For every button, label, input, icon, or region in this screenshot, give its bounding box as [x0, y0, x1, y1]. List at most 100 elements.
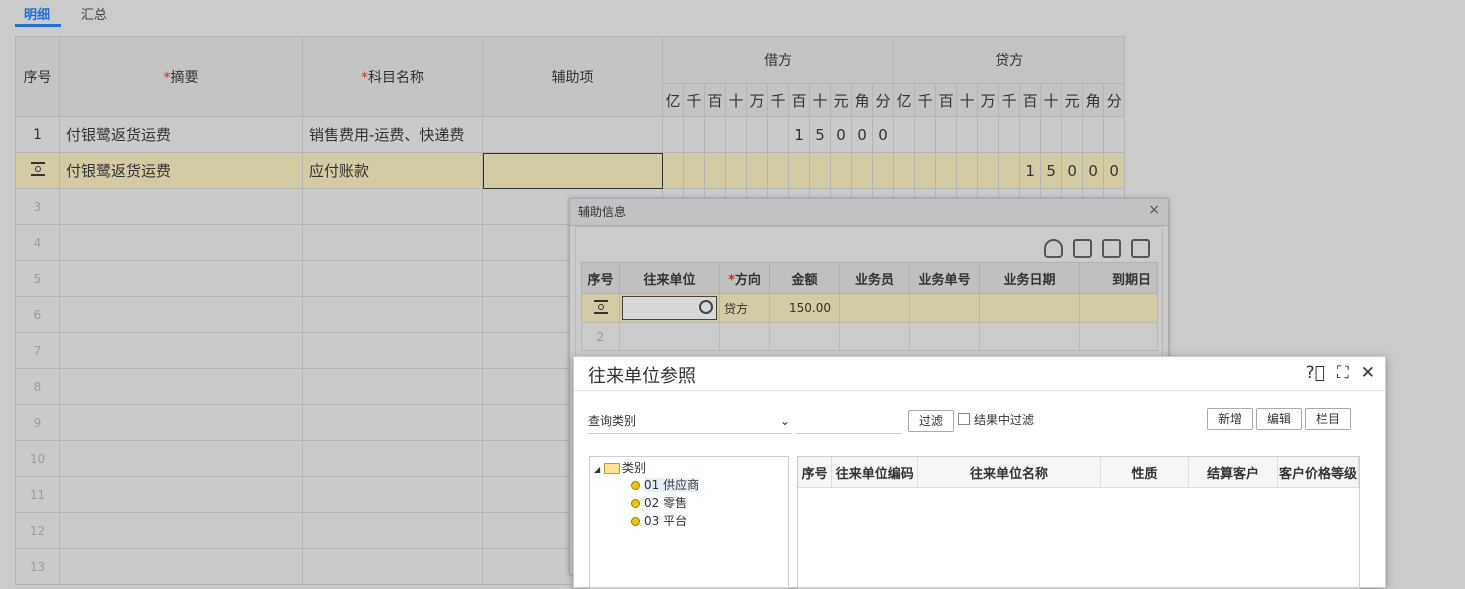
- summary-cell[interactable]: [59, 224, 303, 261]
- credit-digit-cell[interactable]: [977, 152, 1000, 189]
- account-cell[interactable]: [302, 296, 483, 333]
- tree-item-retail[interactable]: 02 零售: [631, 494, 687, 511]
- credit-digit-cell[interactable]: [977, 116, 1000, 153]
- credit-digit-cell[interactable]: [914, 152, 937, 189]
- summary-cell[interactable]: 付银鹭返货运费: [59, 152, 303, 189]
- account-cell[interactable]: 应付账款: [302, 152, 483, 189]
- money-bag-icon[interactable]: [1044, 239, 1063, 258]
- summary-cell[interactable]: [59, 404, 303, 441]
- aux-business-date-cell[interactable]: [979, 322, 1080, 351]
- close-icon[interactable]: ×: [1148, 202, 1160, 218]
- debit-digit-cell[interactable]: 0: [851, 116, 873, 153]
- credit-digit-cell[interactable]: [893, 116, 916, 153]
- aux-direction-cell[interactable]: 贷方: [719, 293, 770, 323]
- close-icon[interactable]: ✕: [1361, 363, 1375, 383]
- credit-digit-cell[interactable]: [998, 152, 1021, 189]
- debit-digit-cell[interactable]: [767, 116, 789, 153]
- debit-digit-cell[interactable]: 1: [788, 116, 810, 153]
- tree-item-platform[interactable]: 03 平台: [631, 512, 687, 529]
- columns-button[interactable]: 栏目: [1305, 408, 1351, 430]
- credit-digit-cell[interactable]: 0: [1082, 152, 1105, 189]
- grid-header-settlement[interactable]: 结算客户: [1188, 457, 1278, 488]
- aux-due-date-cell[interactable]: [1079, 293, 1158, 323]
- credit-digit-cell[interactable]: 0: [1061, 152, 1084, 189]
- debit-digit-cell[interactable]: [704, 116, 726, 153]
- summary-cell[interactable]: [59, 512, 303, 549]
- credit-digit-cell[interactable]: [914, 116, 937, 153]
- filter-input[interactable]: [796, 409, 902, 434]
- account-cell[interactable]: [302, 512, 483, 549]
- grid-header-code[interactable]: 往来单位编码: [831, 457, 919, 488]
- delete-row-icon[interactable]: [1131, 239, 1150, 258]
- credit-digit-cell[interactable]: [1103, 116, 1126, 153]
- tree-item-supplier[interactable]: 01 供应商: [631, 476, 700, 493]
- account-cell[interactable]: [302, 368, 483, 405]
- debit-digit-cell[interactable]: [851, 152, 873, 189]
- credit-digit-cell[interactable]: [935, 152, 958, 189]
- debit-digit-cell[interactable]: [704, 152, 726, 189]
- credit-digit-cell[interactable]: [1040, 116, 1063, 153]
- grid-header-nature[interactable]: 性质: [1100, 457, 1190, 488]
- summary-cell[interactable]: [59, 260, 303, 297]
- account-cell[interactable]: [302, 440, 483, 477]
- debit-digit-cell[interactable]: [788, 152, 810, 189]
- grid-header-price-level[interactable]: 客户价格等级: [1277, 457, 1359, 488]
- debit-digit-cell[interactable]: 0: [871, 116, 895, 153]
- aux-salesperson-cell[interactable]: [839, 322, 910, 351]
- summary-cell[interactable]: [59, 332, 303, 369]
- debit-digit-cell[interactable]: 5: [809, 116, 831, 153]
- credit-digit-cell[interactable]: [1019, 116, 1042, 153]
- debit-digit-cell[interactable]: [683, 116, 705, 153]
- account-cell[interactable]: [302, 548, 483, 585]
- query-type-select[interactable]: 查询类别 ⌄: [588, 409, 792, 434]
- help-icon[interactable]: ?⃝: [1306, 363, 1325, 383]
- row-marker-icon[interactable]: [15, 152, 60, 189]
- aux-unit-cell[interactable]: [619, 322, 720, 351]
- account-cell[interactable]: [302, 476, 483, 513]
- copy-row-icon[interactable]: [1102, 239, 1121, 258]
- aux-salesperson-cell[interactable]: [839, 293, 910, 323]
- collapse-triangle-icon[interactable]: ◢: [594, 465, 600, 474]
- summary-cell[interactable]: [59, 476, 303, 513]
- debit-digit-cell[interactable]: [662, 152, 684, 189]
- aux-due-date-cell[interactable]: [1079, 322, 1158, 351]
- search-icon[interactable]: [699, 300, 713, 314]
- credit-digit-cell[interactable]: [956, 152, 979, 189]
- unit-search-input[interactable]: [619, 293, 720, 323]
- debit-digit-cell[interactable]: [725, 152, 747, 189]
- grid-header-seq[interactable]: 序号: [798, 457, 833, 488]
- summary-cell[interactable]: [59, 296, 303, 333]
- credit-digit-cell[interactable]: [956, 116, 979, 153]
- aux-business-date-cell[interactable]: [979, 293, 1080, 323]
- filter-in-result-checkbox[interactable]: [958, 413, 970, 425]
- credit-digit-cell[interactable]: [893, 152, 916, 189]
- debit-digit-cell[interactable]: [683, 152, 705, 189]
- edit-button[interactable]: 编辑: [1256, 408, 1302, 430]
- tree-root[interactable]: ◢ 类别: [594, 459, 646, 476]
- filter-button[interactable]: 过滤: [908, 410, 954, 432]
- summary-cell[interactable]: [59, 548, 303, 585]
- aux-amount-cell[interactable]: 150.00: [769, 293, 840, 323]
- debit-digit-cell[interactable]: [830, 152, 852, 189]
- aux-business-no-cell[interactable]: [909, 293, 980, 323]
- debit-digit-cell[interactable]: [871, 152, 895, 189]
- debit-digit-cell[interactable]: [662, 116, 684, 153]
- maximize-icon[interactable]: ⛶: [1337, 363, 1349, 383]
- account-cell[interactable]: [302, 188, 483, 225]
- tab-summary[interactable]: 汇总: [81, 4, 107, 23]
- aux-amount-cell[interactable]: [769, 322, 840, 351]
- account-cell[interactable]: [302, 332, 483, 369]
- credit-digit-cell[interactable]: [1061, 116, 1084, 153]
- aux-direction-cell[interactable]: [719, 322, 770, 351]
- debit-digit-cell[interactable]: 0: [830, 116, 852, 153]
- credit-digit-cell[interactable]: 0: [1103, 152, 1126, 189]
- credit-digit-cell[interactable]: [1082, 116, 1105, 153]
- debit-digit-cell[interactable]: [746, 116, 768, 153]
- debit-digit-cell[interactable]: [725, 116, 747, 153]
- summary-cell[interactable]: 付银鹭返货运费: [59, 116, 303, 153]
- summary-cell[interactable]: [59, 440, 303, 477]
- debit-digit-cell[interactable]: [809, 152, 831, 189]
- add-row-icon[interactable]: [1073, 239, 1092, 258]
- debit-digit-cell[interactable]: [746, 152, 768, 189]
- debit-digit-cell[interactable]: [767, 152, 789, 189]
